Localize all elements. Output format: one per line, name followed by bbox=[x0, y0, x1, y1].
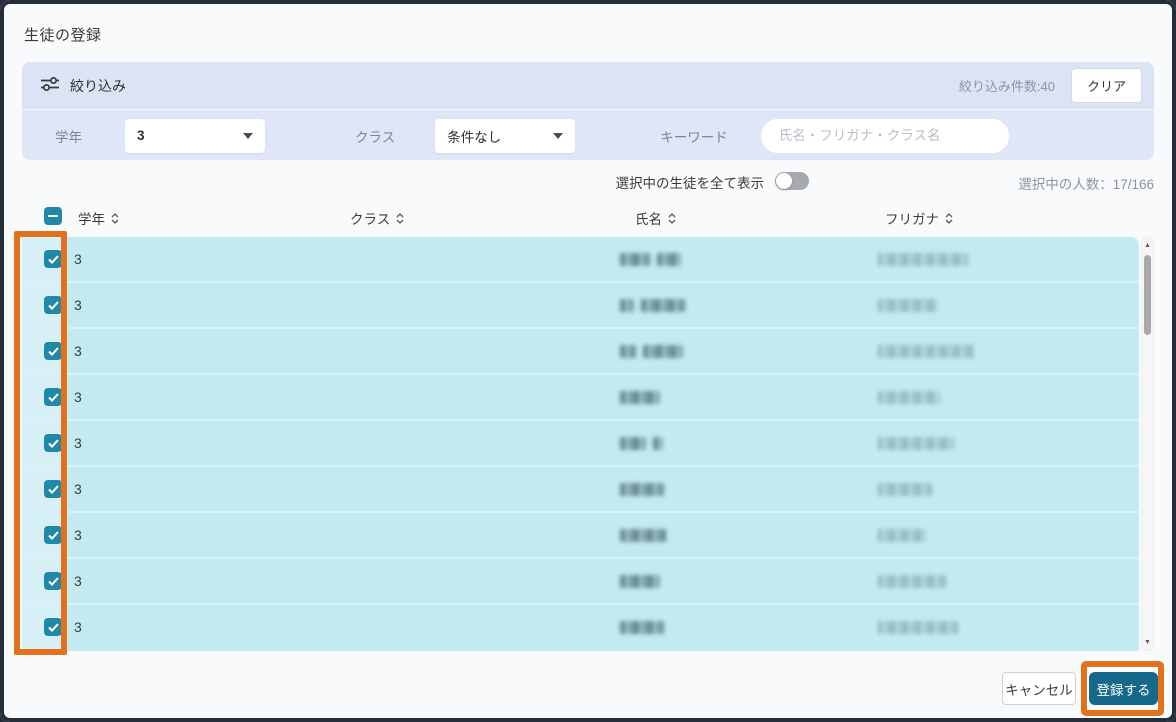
name-cell-redacted bbox=[620, 253, 681, 266]
scrollbar-down-arrow-icon[interactable]: ▼ bbox=[1142, 639, 1153, 646]
row-checkbox[interactable] bbox=[44, 480, 62, 498]
class-select[interactable]: 条件なし bbox=[435, 118, 576, 153]
sort-icon bbox=[668, 212, 676, 224]
selected-count: 選択中の人数：17/166 bbox=[1018, 177, 1154, 192]
row-checkbox[interactable] bbox=[44, 296, 62, 314]
grade-cell: 3 bbox=[74, 251, 82, 267]
name-cell-redacted bbox=[620, 529, 666, 542]
furigana-cell-redacted bbox=[878, 483, 932, 496]
furigana-cell-redacted bbox=[878, 575, 946, 588]
filter-title-group: 絞り込み bbox=[40, 76, 126, 96]
column-header-grade-label: 学年 bbox=[78, 212, 105, 227]
row-checkbox[interactable] bbox=[44, 388, 62, 406]
grade-cell: 3 bbox=[74, 619, 82, 635]
row-checkbox[interactable] bbox=[44, 342, 62, 360]
column-header-name[interactable]: 氏名 bbox=[635, 208, 676, 228]
filter-count: 絞り込み件数:40 bbox=[958, 79, 1055, 94]
register-button[interactable]: 登録する bbox=[1089, 672, 1158, 705]
name-cell-redacted bbox=[620, 483, 664, 496]
grade-cell: 3 bbox=[74, 527, 82, 543]
toggle-knob bbox=[776, 173, 792, 189]
sort-icon bbox=[111, 212, 119, 224]
column-header-furigana-label: フリガナ bbox=[885, 212, 939, 227]
table-row[interactable]: 3 bbox=[22, 329, 1139, 375]
name-cell-redacted bbox=[620, 621, 664, 634]
scrollbar-up-arrow-icon[interactable]: ▲ bbox=[1142, 242, 1153, 249]
clear-button[interactable]: クリア bbox=[1070, 68, 1142, 103]
table-row[interactable]: 3 bbox=[22, 467, 1139, 513]
name-cell-redacted bbox=[620, 345, 683, 358]
grade-select-value: 3 bbox=[137, 128, 145, 143]
show-selected-toggle[interactable] bbox=[775, 172, 809, 190]
furigana-cell-redacted bbox=[878, 299, 938, 312]
filter-header: 絞り込み 絞り込み件数:40 クリア bbox=[22, 62, 1154, 110]
sort-icon bbox=[396, 212, 404, 224]
chevron-down-icon bbox=[553, 132, 564, 139]
furigana-cell-redacted bbox=[878, 345, 974, 358]
furigana-cell-redacted bbox=[878, 253, 968, 266]
grade-cell: 3 bbox=[74, 343, 82, 359]
grade-cell: 3 bbox=[74, 435, 82, 451]
grade-label: 学年 bbox=[55, 129, 82, 145]
filter-panel: 絞り込み 絞り込み件数:40 クリア 学年 3 クラス 条件なし キーワード bbox=[22, 62, 1154, 160]
name-cell-redacted bbox=[620, 391, 660, 404]
column-header-class-label: クラス bbox=[350, 212, 391, 227]
cancel-button[interactable]: キャンセル bbox=[1002, 672, 1076, 705]
grade-cell: 3 bbox=[74, 573, 82, 589]
sliders-icon bbox=[40, 76, 60, 95]
filter-title: 絞り込み bbox=[70, 77, 126, 94]
row-checkbox[interactable] bbox=[44, 250, 62, 268]
row-checkbox[interactable] bbox=[44, 618, 62, 636]
table-row[interactable]: 3 bbox=[22, 237, 1139, 283]
name-cell-redacted bbox=[620, 437, 663, 450]
table-scrollbar[interactable]: ▲ ▼ bbox=[1141, 237, 1154, 651]
keyword-label: キーワード bbox=[660, 129, 728, 145]
class-label: クラス bbox=[355, 129, 396, 145]
table-row[interactable]: 3 bbox=[22, 513, 1139, 559]
furigana-cell-redacted bbox=[878, 621, 958, 634]
sort-icon bbox=[945, 212, 953, 224]
furigana-cell-redacted bbox=[878, 529, 926, 542]
furigana-cell-redacted bbox=[878, 437, 954, 450]
column-header-grade[interactable]: 学年 bbox=[78, 208, 119, 228]
grade-cell: 3 bbox=[74, 389, 82, 405]
grade-cell: 3 bbox=[74, 297, 82, 313]
student-table-body: 3 3 3 3 3 3 3 3 3 bbox=[22, 237, 1139, 651]
column-header-furigana[interactable]: フリガナ bbox=[885, 208, 953, 228]
column-header-name-label: 氏名 bbox=[635, 212, 662, 227]
show-selected-label: 選択中の生徒を全て表示 bbox=[615, 176, 765, 191]
keyword-input[interactable] bbox=[759, 117, 1010, 154]
grade-cell: 3 bbox=[74, 481, 82, 497]
table-row[interactable]: 3 bbox=[22, 421, 1139, 467]
row-checkbox[interactable] bbox=[44, 434, 62, 452]
row-checkbox[interactable] bbox=[44, 526, 62, 544]
student-registration-dialog: 生徒の登録 絞り込み 絞り込み件数:40 クリア 学年 3 クラス 条件なし キ… bbox=[0, 0, 1176, 722]
furigana-cell-redacted bbox=[878, 391, 940, 404]
table-header: 学年 クラス 氏名 フリガナ bbox=[22, 204, 1139, 236]
grade-select[interactable]: 3 bbox=[125, 118, 265, 153]
filter-fields: 学年 3 クラス 条件なし キーワード bbox=[22, 111, 1154, 160]
page-title: 生徒の登録 bbox=[24, 27, 102, 44]
table-row[interactable]: 3 bbox=[22, 283, 1139, 329]
table-row[interactable]: 3 bbox=[22, 559, 1139, 605]
name-cell-redacted bbox=[620, 575, 660, 588]
scrollbar-thumb[interactable] bbox=[1144, 255, 1151, 335]
table-row[interactable]: 3 bbox=[22, 375, 1139, 421]
chevron-down-icon bbox=[243, 132, 253, 139]
selection-row: 選択中の生徒を全て表示 選択中の人数：17/166 bbox=[0, 172, 1154, 192]
row-checkbox[interactable] bbox=[44, 572, 62, 590]
table-row[interactable]: 3 bbox=[22, 605, 1139, 651]
column-header-class[interactable]: クラス bbox=[350, 208, 404, 228]
select-all-checkbox[interactable] bbox=[44, 207, 62, 225]
keyword-input-wrap bbox=[759, 117, 1010, 154]
name-cell-redacted bbox=[620, 299, 685, 312]
class-select-value: 条件なし bbox=[447, 129, 502, 145]
